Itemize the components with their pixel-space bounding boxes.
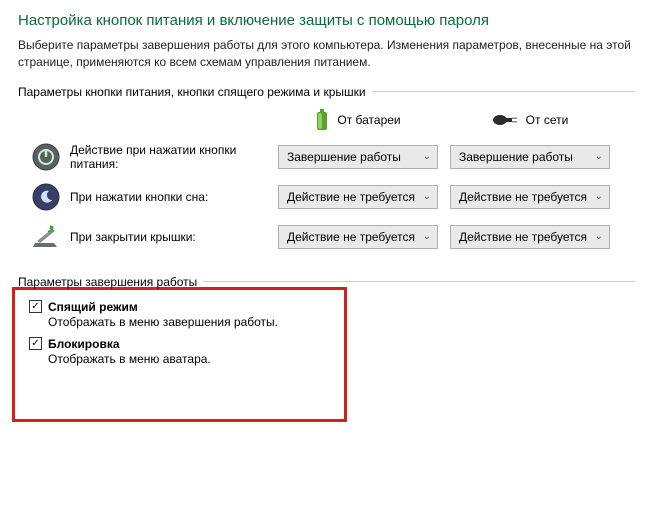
divider <box>203 281 635 282</box>
dropdown-value: Завершение работы <box>459 150 573 164</box>
plugged-column-label: От сети <box>526 113 569 127</box>
battery-column-label: От батареи <box>337 113 400 127</box>
sleep-button-battery-dropdown[interactable]: Действие не требуется ⌄ <box>278 185 438 209</box>
lock-option: ✓ Блокировка Отображать в меню аватара. <box>29 337 330 366</box>
lid-close-plugged-dropdown[interactable]: Действие не требуется ⌄ <box>450 225 610 249</box>
chevron-down-icon: ⌄ <box>423 191 431 202</box>
dropdown-value: Действие не требуется <box>287 230 415 244</box>
divider <box>372 91 635 92</box>
column-headers: От батареи От сети <box>18 101 635 137</box>
plugged-column-header: От сети <box>450 113 610 127</box>
group-legend: Параметры кнопки питания, кнопки спящего… <box>18 85 635 99</box>
sleep-mode-desc: Отображать в меню завершения работы. <box>48 315 330 329</box>
battery-column-header: От батареи <box>278 109 438 131</box>
lock-checkbox[interactable]: ✓ <box>29 337 42 350</box>
sleep-button-plugged-dropdown[interactable]: Действие не требуется ⌄ <box>450 185 610 209</box>
sleep-button-row: При нажатии кнопки сна: Действие не треб… <box>18 177 635 217</box>
lid-close-battery-dropdown[interactable]: Действие не требуется ⌄ <box>278 225 438 249</box>
sleep-button-label: При нажатии кнопки сна: <box>70 190 278 204</box>
chevron-down-icon: ⌄ <box>595 191 603 202</box>
lid-close-row: При закрытии крышки: Действие не требует… <box>18 217 635 257</box>
chevron-down-icon: ⌄ <box>423 231 431 242</box>
power-button-row: Действие при нажатии кнопки питания: Зав… <box>18 137 635 177</box>
power-button-label: Действие при нажатии кнопки питания: <box>70 143 278 171</box>
chevron-down-icon: ⌄ <box>423 151 431 162</box>
shutdown-settings-group: Параметры завершения работы ✓ Спящий реж… <box>18 275 635 422</box>
sleep-mode-option: ✓ Спящий режим Отображать в меню заверше… <box>29 300 330 329</box>
battery-icon <box>315 109 329 131</box>
chevron-down-icon: ⌄ <box>595 151 603 162</box>
power-button-icon <box>32 143 60 171</box>
lock-label: Блокировка <box>48 337 120 351</box>
sleep-mode-label: Спящий режим <box>48 300 138 314</box>
group-legend-text: Параметры кнопки питания, кнопки спящего… <box>18 85 366 99</box>
dropdown-value: Действие не требуется <box>459 230 587 244</box>
laptop-lid-icon <box>32 223 60 251</box>
lid-close-label: При закрытии крышки: <box>70 230 278 244</box>
chevron-down-icon: ⌄ <box>595 231 603 242</box>
sleep-mode-checkbox[interactable]: ✓ <box>29 300 42 313</box>
power-button-settings-group: Параметры кнопки питания, кнопки спящего… <box>18 85 635 257</box>
page-description: Выберите параметры завершения работы для… <box>18 37 635 71</box>
plug-icon <box>492 113 518 127</box>
dropdown-value: Завершение работы <box>287 150 401 164</box>
group-legend-text: Параметры завершения работы <box>18 275 197 289</box>
page-title: Настройка кнопок питания и включение защ… <box>18 12 635 29</box>
sleep-button-icon <box>32 183 60 211</box>
power-button-battery-dropdown[interactable]: Завершение работы ⌄ <box>278 145 438 169</box>
lock-desc: Отображать в меню аватара. <box>48 352 330 366</box>
power-button-plugged-dropdown[interactable]: Завершение работы ⌄ <box>450 145 610 169</box>
highlight-box: ✓ Спящий режим Отображать в меню заверше… <box>12 287 347 422</box>
dropdown-value: Действие не требуется <box>287 190 415 204</box>
dropdown-value: Действие не требуется <box>459 190 587 204</box>
